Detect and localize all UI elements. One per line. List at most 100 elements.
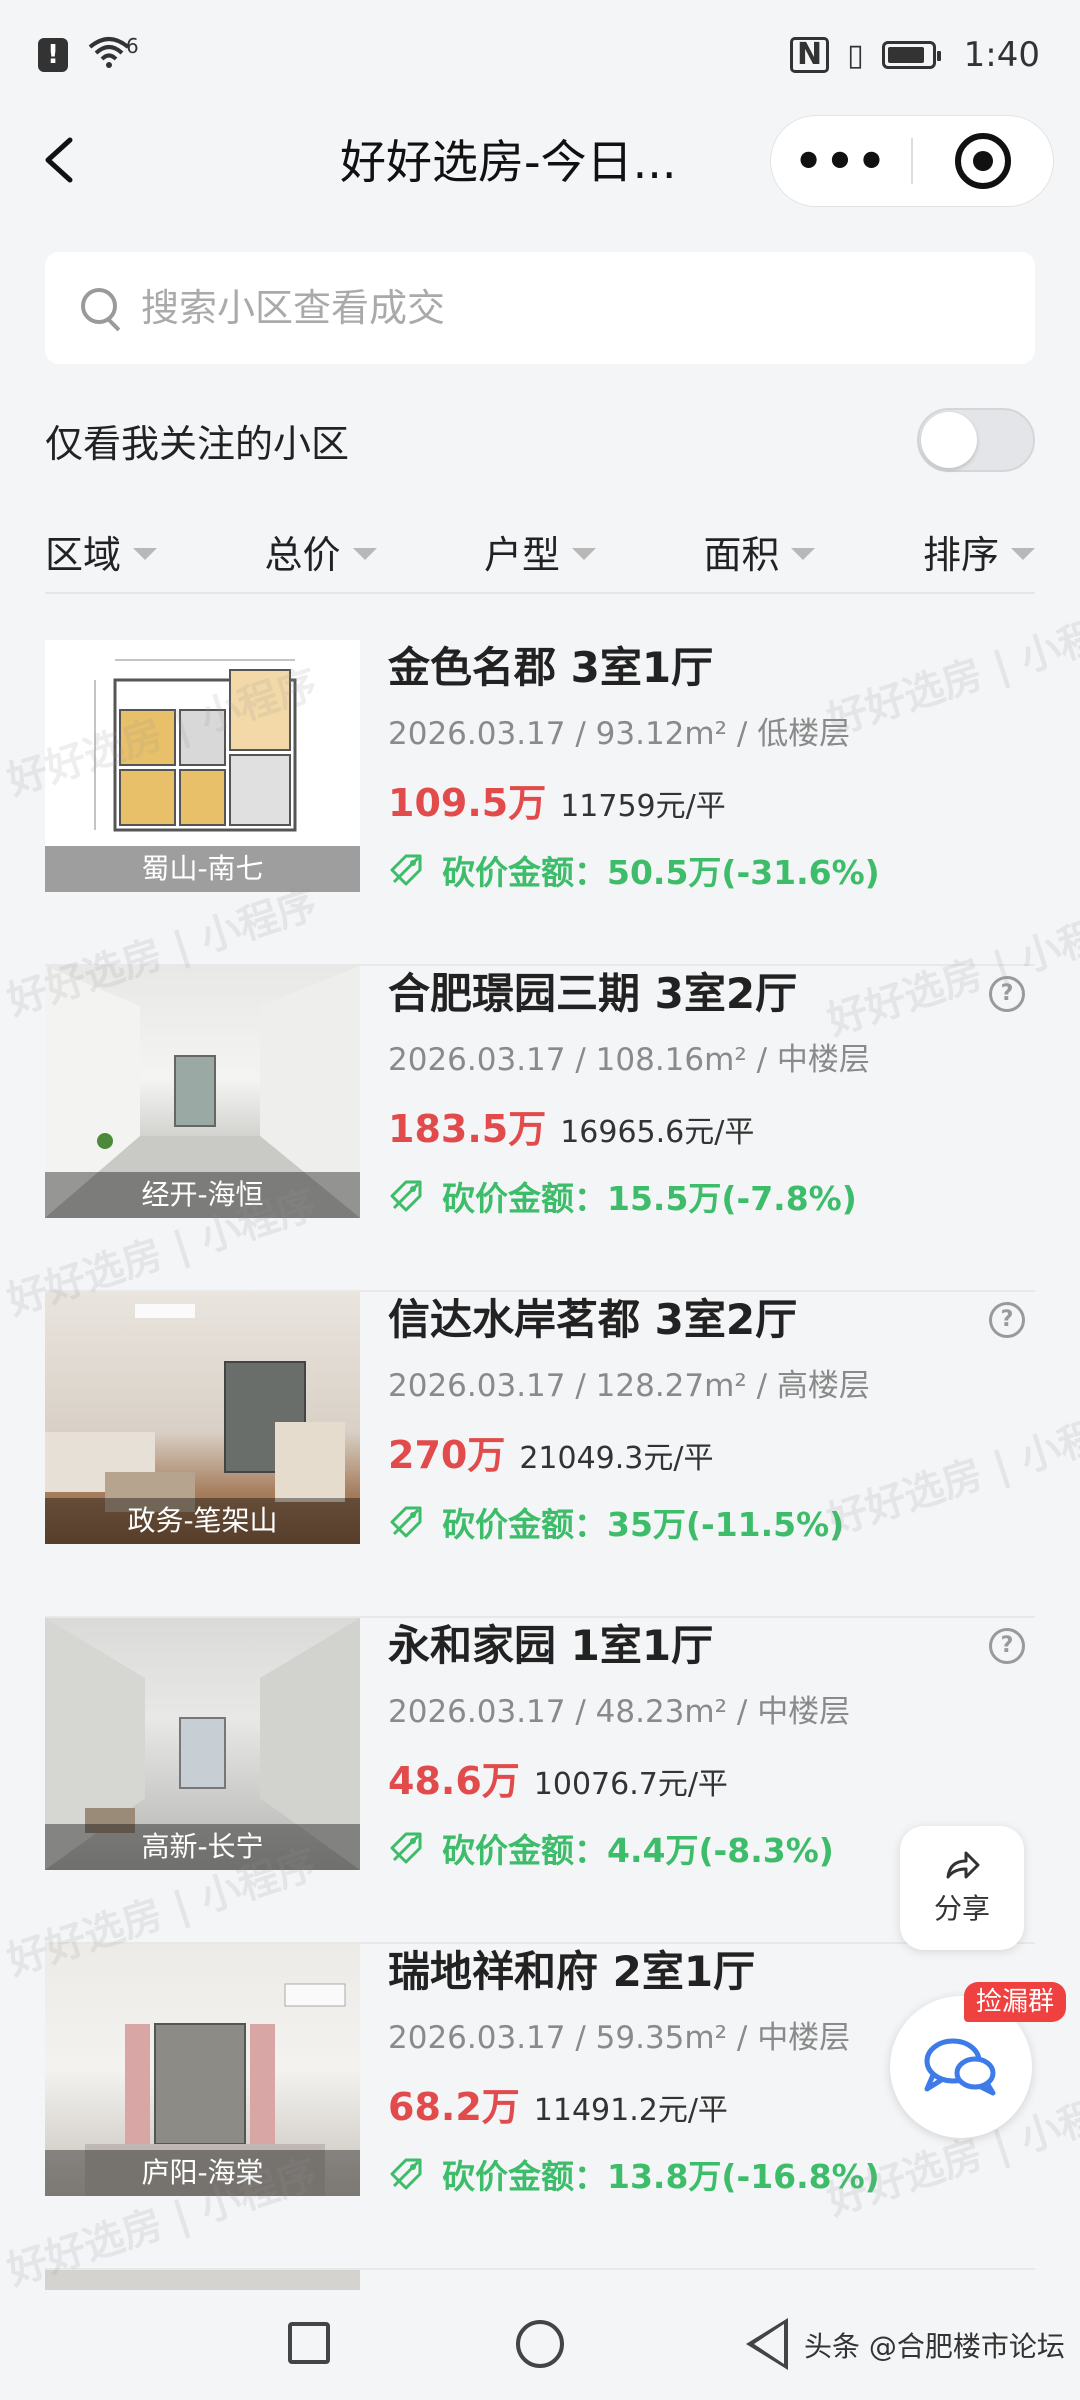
filter-label: 户型: [483, 532, 560, 577]
home-button[interactable]: [516, 2320, 564, 2368]
total-price: 109.5万: [388, 781, 547, 825]
signal-label: 6: [126, 34, 139, 58]
price-cut: 砍价金额：50.5万(-31.6%): [388, 846, 880, 894]
price-cut-text: 砍价金额：4.4万(-8.3%): [442, 1831, 834, 1870]
price-cut: 砍价金额：13.8万(-16.8%): [388, 2150, 880, 2198]
chat-group-badge: 捡漏群: [964, 1982, 1067, 2022]
district-label: 政务-笔架山: [45, 1498, 360, 1544]
status-left: ! 6: [38, 33, 139, 78]
back-button[interactable]: [40, 132, 96, 188]
share-button[interactable]: 分享: [900, 1826, 1024, 1950]
listing-title: 合肥璟园三期 3室2厅: [388, 969, 798, 1018]
filter-label: 区域: [45, 532, 122, 577]
district-label: 蜀山-南七: [45, 846, 360, 892]
nfc-icon: N: [790, 37, 830, 73]
alert-icon: !: [38, 38, 68, 72]
listing-meta: 2026.03.17 / 93.12m² / 低楼层: [388, 716, 851, 752]
listing-meta: 2026.03.17 / 59.35m² / 中楼层: [388, 2020, 851, 2056]
price-tag-icon: [390, 1506, 422, 1538]
more-dots-icon: •••: [793, 134, 889, 188]
price-cut-text: 砍价金额：50.5万(-31.6%): [442, 853, 880, 892]
source-credit: 头条 @合肥楼市论坛: [804, 2330, 1065, 2363]
listing-floor: 中楼层: [757, 1694, 851, 1730]
filter-bar: 区域 总价 户型 面积 排序: [45, 510, 1035, 594]
follow-filter-row: 仅看我关注的小区: [45, 400, 1035, 480]
listing-title: 永和家园 1室1厅: [388, 1621, 714, 1670]
unit-price: 11491.2元/平: [533, 2093, 728, 2128]
listing-meta: 2026.03.17 / 48.23m² / 中楼层: [388, 1694, 851, 1730]
listing-price: 183.5万 16965.6元/平: [388, 1098, 754, 1153]
total-price: 48.6万: [388, 1759, 520, 1803]
floorplan-image: 蜀山-南七: [45, 640, 360, 892]
back-arrow-icon: [45, 137, 73, 183]
price-cut-text: 砍价金额：15.5万(-7.8%): [442, 1179, 857, 1218]
system-back-icon-inner: [754, 2324, 784, 2364]
caret-down-icon: [352, 548, 377, 560]
navigation-bar: 好好选房-今日... •••: [0, 110, 1080, 210]
more-button[interactable]: •••: [771, 115, 911, 207]
close-mini-program-button[interactable]: [913, 115, 1053, 207]
follow-toggle-switch[interactable]: [917, 408, 1035, 472]
listing-area: 48.23m²: [595, 1694, 728, 1730]
share-label: 分享: [933, 1892, 990, 1925]
district-label: 高新-长宁: [45, 1824, 360, 1870]
listing-area: 93.12m²: [595, 716, 728, 752]
listing-area: 128.27m²: [595, 1368, 747, 1404]
listing-price: 270万 21049.3元/平: [388, 1424, 714, 1479]
filter-label: 排序: [922, 532, 999, 577]
search-bar[interactable]: [45, 252, 1035, 364]
listing-price: 68.2万 11491.2元/平: [388, 2076, 728, 2131]
price-tag-icon: [390, 854, 422, 886]
listing-photo: 经开-海恒: [45, 966, 360, 1218]
listing-item-partial[interactable]: [45, 2270, 1035, 2290]
filter-layout[interactable]: 户型: [484, 524, 596, 579]
caret-down-icon: [571, 548, 596, 560]
listing-area: 108.16m²: [595, 1042, 747, 1078]
search-icon: [81, 288, 121, 328]
search-input[interactable]: [141, 286, 1021, 330]
total-price: 183.5万: [388, 1107, 547, 1151]
listing-item[interactable]: 高新-长宁 永和家园 1室1厅 ? 2026.03.17 / 48.23m² /…: [45, 1618, 1035, 1944]
listing-date: 2026.03.17: [388, 716, 566, 752]
listing-photo: [45, 2270, 360, 2290]
price-tag-icon: [390, 1832, 422, 1864]
caret-down-icon: [133, 548, 158, 560]
help-icon[interactable]: ?: [989, 976, 1025, 1012]
listing-photo: 庐阳-海棠: [45, 1944, 360, 2196]
status-right: N ▯ 1:40: [790, 35, 1040, 75]
filter-area[interactable]: 面积: [703, 524, 816, 579]
page-title: 好好选房-今日...: [340, 135, 677, 189]
listing-floor: 低楼层: [757, 716, 851, 752]
filter-total-price[interactable]: 总价: [264, 524, 377, 579]
unit-price: 10076.7元/平: [533, 1767, 728, 1802]
listing-item[interactable]: 政务-笔架山 信达水岸茗都 3室2厅 ? 2026.03.17 / 128.27…: [45, 1292, 1035, 1618]
status-time: 1:40: [963, 35, 1040, 75]
listing-item[interactable]: 庐阳-海棠 瑞地祥和府 2室1厅 2026.03.17 / 59.35m² / …: [45, 1944, 1035, 2270]
price-cut: 砍价金额：35万(-11.5%): [388, 1498, 844, 1546]
unit-price: 16965.6元/平: [560, 1115, 755, 1150]
listing-date: 2026.03.17: [388, 2020, 566, 2056]
listing-meta: 2026.03.17 / 108.16m² / 中楼层: [388, 1042, 870, 1078]
filter-sort[interactable]: 排序: [923, 524, 1035, 579]
listing-price: 48.6万 10076.7元/平: [388, 1750, 728, 1805]
help-icon[interactable]: ?: [989, 1628, 1025, 1664]
listing-floor: 中楼层: [776, 1042, 870, 1078]
listing-photo: 政务-笔架山: [45, 1292, 360, 1544]
filter-region[interactable]: 区域: [45, 524, 158, 579]
battery-icon: [881, 41, 941, 69]
unit-price: 11759元/平: [560, 789, 726, 824]
listing-item[interactable]: 经开-海恒 合肥璟园三期 3室2厅 ? 2026.03.17 / 108.16m…: [45, 966, 1035, 1292]
filter-label: 总价: [264, 532, 341, 577]
price-cut-text: 砍价金额：13.8万(-16.8%): [442, 2157, 880, 2196]
recents-button[interactable]: [288, 2322, 330, 2364]
help-icon[interactable]: ?: [989, 1302, 1025, 1338]
listing-date: 2026.03.17: [388, 1694, 566, 1730]
share-arrow-icon: [946, 1851, 980, 1879]
total-price: 270万: [388, 1433, 506, 1477]
listing-floor: 高楼层: [776, 1368, 870, 1404]
filter-label: 面积: [703, 532, 780, 577]
listing-area: 59.35m²: [595, 2020, 728, 2056]
listing-date: 2026.03.17: [388, 1042, 566, 1078]
price-tag-icon: [390, 1180, 422, 1212]
listing-item[interactable]: 蜀山-南七 金色名郡 3室1厅 2026.03.17 / 93.12m² / 低…: [45, 640, 1035, 966]
